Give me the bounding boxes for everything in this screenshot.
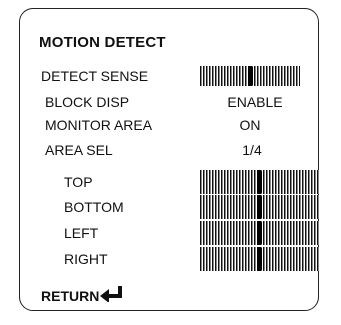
top-slider-knob[interactable] xyxy=(257,170,262,194)
area-sel-label[interactable]: AREA SEL xyxy=(45,141,113,159)
return-button[interactable]: RETURN xyxy=(41,286,126,305)
block-disp-label[interactable]: BLOCK DISP xyxy=(45,93,129,111)
detect-sense-slider-knob[interactable] xyxy=(247,66,253,86)
return-label: RETURN xyxy=(41,287,100,304)
right-slider[interactable] xyxy=(200,247,319,271)
menu-title: MOTION DETECT xyxy=(39,34,166,51)
detect-sense-label[interactable]: DETECT SENSE xyxy=(41,67,148,85)
enter-return-arrow-icon xyxy=(100,286,126,305)
left-slider-knob[interactable] xyxy=(257,221,262,245)
block-disp-value[interactable]: ENABLE xyxy=(205,93,305,111)
top-label[interactable]: TOP xyxy=(64,173,93,191)
bottom-slider-knob[interactable] xyxy=(257,195,262,219)
monitor-area-label[interactable]: MONITOR AREA xyxy=(45,116,152,134)
top-slider[interactable] xyxy=(200,170,319,194)
right-label[interactable]: RIGHT xyxy=(64,250,108,268)
detect-sense-slider[interactable] xyxy=(200,66,300,86)
monitor-area-value[interactable]: ON xyxy=(200,116,300,134)
bottom-slider[interactable] xyxy=(200,195,319,219)
bottom-label[interactable]: BOTTOM xyxy=(64,198,124,216)
left-label[interactable]: LEFT xyxy=(64,224,98,242)
area-sel-value[interactable]: 1/4 xyxy=(202,141,302,159)
left-slider[interactable] xyxy=(200,221,319,245)
right-slider-knob[interactable] xyxy=(257,247,262,271)
